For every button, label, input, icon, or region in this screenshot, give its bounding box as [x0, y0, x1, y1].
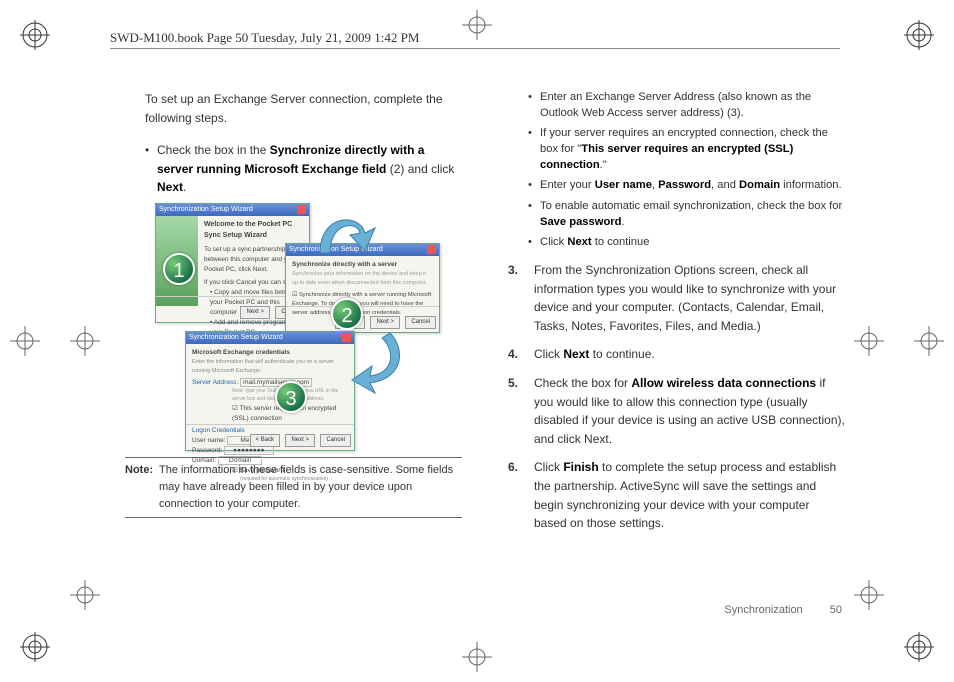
crop-mark-icon — [854, 326, 884, 356]
setup-wizard-figure: Synchronization Setup Wizard Welcome to … — [155, 203, 440, 451]
close-icon — [297, 205, 306, 214]
step-4: 4. Click Next to continue. — [508, 345, 845, 364]
section-name: Synchronization — [724, 604, 802, 616]
page-footer: Synchronization 50 — [724, 604, 842, 616]
reg-mark-icon — [904, 632, 934, 662]
arrow-icon — [310, 203, 380, 263]
reg-mark-icon — [904, 20, 934, 50]
wizard-window-3: Synchronization Setup Wizard Microsoft E… — [185, 331, 355, 451]
step-6: 6. Click Finish to complete the setup pr… — [508, 458, 845, 532]
crop-mark-icon — [10, 326, 40, 356]
note-label: Note: — [125, 462, 159, 513]
page-header: SWD-M100.book Page 50 Tuesday, July 21, … — [110, 30, 840, 49]
sub-bullet: To enable automatic email synchronizatio… — [528, 199, 845, 230]
crop-mark-icon — [914, 326, 944, 356]
sub-bullet: If your server requires an encrypted con… — [528, 126, 845, 173]
left-column: To set up an Exchange Server connection,… — [125, 90, 462, 543]
bullet-check-sync: Check the box in the Synchronize directl… — [145, 141, 462, 197]
intro-text: To set up an Exchange Server connection,… — [145, 90, 462, 127]
sub-bullet: Enter your User name, Password, and Doma… — [528, 178, 845, 194]
right-column: Enter an Exchange Server Address (also k… — [508, 90, 845, 543]
reg-mark-icon — [20, 632, 50, 662]
next-button: Next > — [240, 306, 270, 319]
sub-bullet: Enter an Exchange Server Address (also k… — [528, 90, 845, 121]
step-badge-2: 2 — [331, 298, 363, 330]
page-number: 50 — [830, 604, 842, 616]
reg-mark-icon — [20, 20, 50, 50]
crop-mark-icon — [70, 326, 100, 356]
sub-bullet: Click Next to continue — [528, 235, 845, 251]
crop-mark-icon — [854, 580, 884, 610]
arrow-icon — [350, 328, 410, 398]
crop-mark-icon — [462, 642, 492, 672]
step-badge-1: 1 — [163, 253, 195, 285]
step-badge-3: 3 — [275, 381, 307, 413]
step-5: 5. Check the box for Allow wireless data… — [508, 374, 845, 448]
close-icon — [427, 245, 436, 254]
crop-mark-icon — [70, 580, 100, 610]
step-3: 3. From the Synchronization Options scre… — [508, 261, 845, 335]
